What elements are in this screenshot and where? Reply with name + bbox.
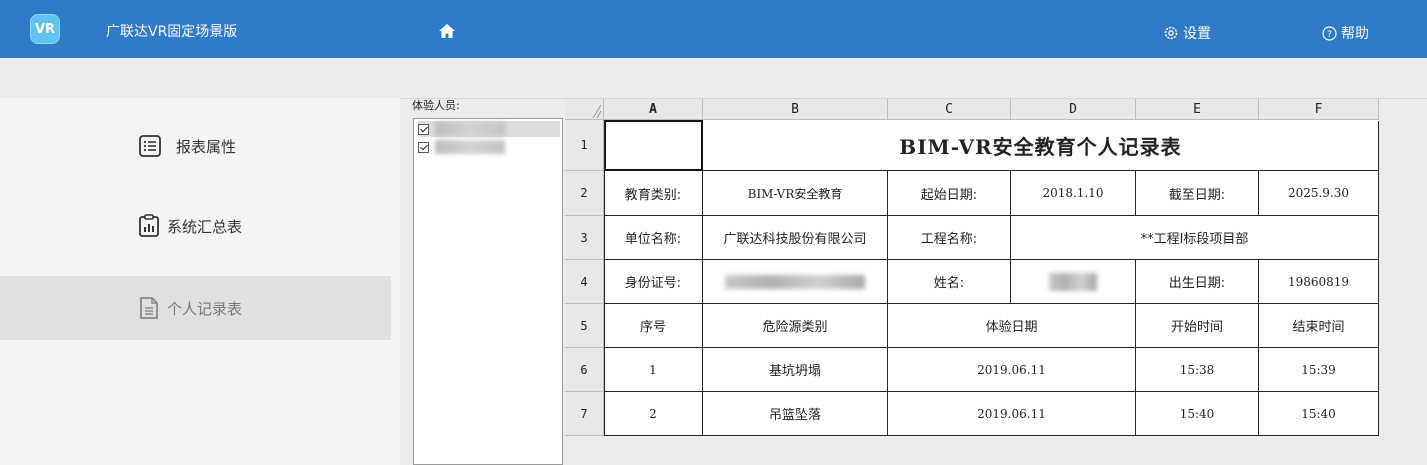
sidebar: 报表属性 系统汇总表 个人记录表 <box>0 98 400 465</box>
row-header[interactable]: 5 <box>565 304 604 348</box>
birth-date-value[interactable]: 19860819 <box>1259 260 1379 304</box>
row-header[interactable]: 3 <box>565 216 604 260</box>
record-seq[interactable]: 2 <box>604 392 703 436</box>
header-seq[interactable]: 序号 <box>604 304 703 348</box>
row-header[interactable]: 2 <box>565 171 604 216</box>
cell-label[interactable]: 出生日期: <box>1136 260 1259 304</box>
toolbar-strip <box>0 58 1427 99</box>
cell-label[interactable]: 身份证号: <box>604 260 703 304</box>
gear-icon <box>1164 26 1178 40</box>
report-title[interactable]: BIM-VR安全教育个人记录表 <box>703 120 1379 171</box>
column-header[interactable]: E <box>1136 99 1259 120</box>
header-start-time[interactable]: 开始时间 <box>1136 304 1259 348</box>
table-border <box>604 120 605 436</box>
svg-text:?: ? <box>1327 30 1332 40</box>
record-date[interactable]: 2019.06.11 <box>888 392 1136 436</box>
record-hazard[interactable]: 基坑坍塌 <box>703 348 888 392</box>
sidebar-item-label: 个人记录表 <box>167 299 243 318</box>
person-name-value[interactable] <box>1011 260 1136 304</box>
column-header[interactable]: A <box>604 99 703 120</box>
settings-button[interactable]: 设置 <box>1163 23 1211 43</box>
id-number-value[interactable] <box>703 260 888 304</box>
top-bar: VR 广联达VR固定场景版 设置 ? 帮助 <box>0 0 1427 58</box>
participants-label: 体验人员: <box>412 99 460 112</box>
record-seq[interactable]: 1 <box>604 348 703 392</box>
header-hazard[interactable]: 危险源类别 <box>703 304 888 348</box>
help-label: 帮助 <box>1341 26 1369 42</box>
help-icon: ? <box>1322 25 1337 41</box>
home-icon[interactable] <box>438 22 456 40</box>
cell-label[interactable]: 工程名称: <box>888 216 1011 260</box>
row-header[interactable]: 1 <box>565 120 604 171</box>
person-name-redacted <box>1049 272 1097 291</box>
participant-checkbox[interactable] <box>418 123 429 135</box>
unit-name-value[interactable]: 广联达科技股份有限公司 <box>703 216 888 260</box>
row-header[interactable]: 7 <box>565 392 604 436</box>
participant-checkbox[interactable] <box>418 141 429 153</box>
column-header[interactable]: F <box>1259 99 1379 120</box>
help-button[interactable]: ? 帮助 <box>1322 23 1369 43</box>
participant-name-redacted <box>435 122 505 136</box>
record-date[interactable]: 2019.06.11 <box>888 348 1136 392</box>
record-end-time[interactable]: 15:39 <box>1259 348 1379 392</box>
participant-item[interactable] <box>418 121 560 137</box>
sidebar-item-report-properties[interactable]: 报表属性 <box>0 114 391 178</box>
education-type-value[interactable]: BIM-VR安全教育 <box>703 171 888 216</box>
table-border <box>703 120 1379 121</box>
sheet-corner[interactable] <box>565 99 604 120</box>
list-icon <box>139 135 161 157</box>
id-number-redacted <box>725 274 865 289</box>
sidebar-item-personal-record[interactable]: 个人记录表 <box>0 276 391 340</box>
settings-label: 设置 <box>1183 26 1211 42</box>
sidebar-item-label: 报表属性 <box>176 137 237 156</box>
column-header[interactable]: C <box>888 99 1011 120</box>
app-logo: VR <box>30 14 60 44</box>
cell-label[interactable]: 教育类别: <box>604 171 703 216</box>
column-header[interactable]: D <box>1011 99 1136 120</box>
header-date[interactable]: 体验日期 <box>888 304 1136 348</box>
record-start-time[interactable]: 15:40 <box>1136 392 1259 436</box>
sidebar-item-system-summary[interactable]: 系统汇总表 <box>0 194 391 258</box>
record-end-time[interactable]: 15:40 <box>1259 392 1379 436</box>
row-header[interactable]: 4 <box>565 260 604 304</box>
cell-a1[interactable] <box>604 120 703 171</box>
select-all-icon <box>592 104 602 119</box>
cell-label[interactable]: 起始日期: <box>888 171 1011 216</box>
bar-chart-icon <box>139 214 159 237</box>
end-date-value[interactable]: 2025.9.30 <box>1259 171 1379 216</box>
participant-name-redacted <box>435 140 505 154</box>
cell-label[interactable]: 单位名称: <box>604 216 703 260</box>
app-title: 广联达VR固定场景版 <box>106 24 238 40</box>
participant-item[interactable] <box>418 139 505 155</box>
record-hazard[interactable]: 吊篮坠落 <box>703 392 888 436</box>
column-header[interactable]: B <box>703 99 888 120</box>
document-icon <box>140 297 158 319</box>
participants-list[interactable] <box>413 118 563 465</box>
row-header[interactable]: 6 <box>565 348 604 392</box>
cell-label[interactable]: 截至日期: <box>1136 171 1259 216</box>
report-sheet: A B C D E F 1 2 3 4 5 6 7 BIM-VR安全教育个人记录… <box>565 99 1427 465</box>
record-start-time[interactable]: 15:38 <box>1136 348 1259 392</box>
start-date-value[interactable]: 2018.1.10 <box>1011 171 1136 216</box>
header-end-time[interactable]: 结束时间 <box>1259 304 1379 348</box>
project-name-value[interactable]: **工程Ⅰ标段项目部 <box>1011 216 1379 260</box>
cell-label[interactable]: 姓名: <box>888 260 1011 304</box>
sidebar-item-label: 系统汇总表 <box>167 217 243 236</box>
